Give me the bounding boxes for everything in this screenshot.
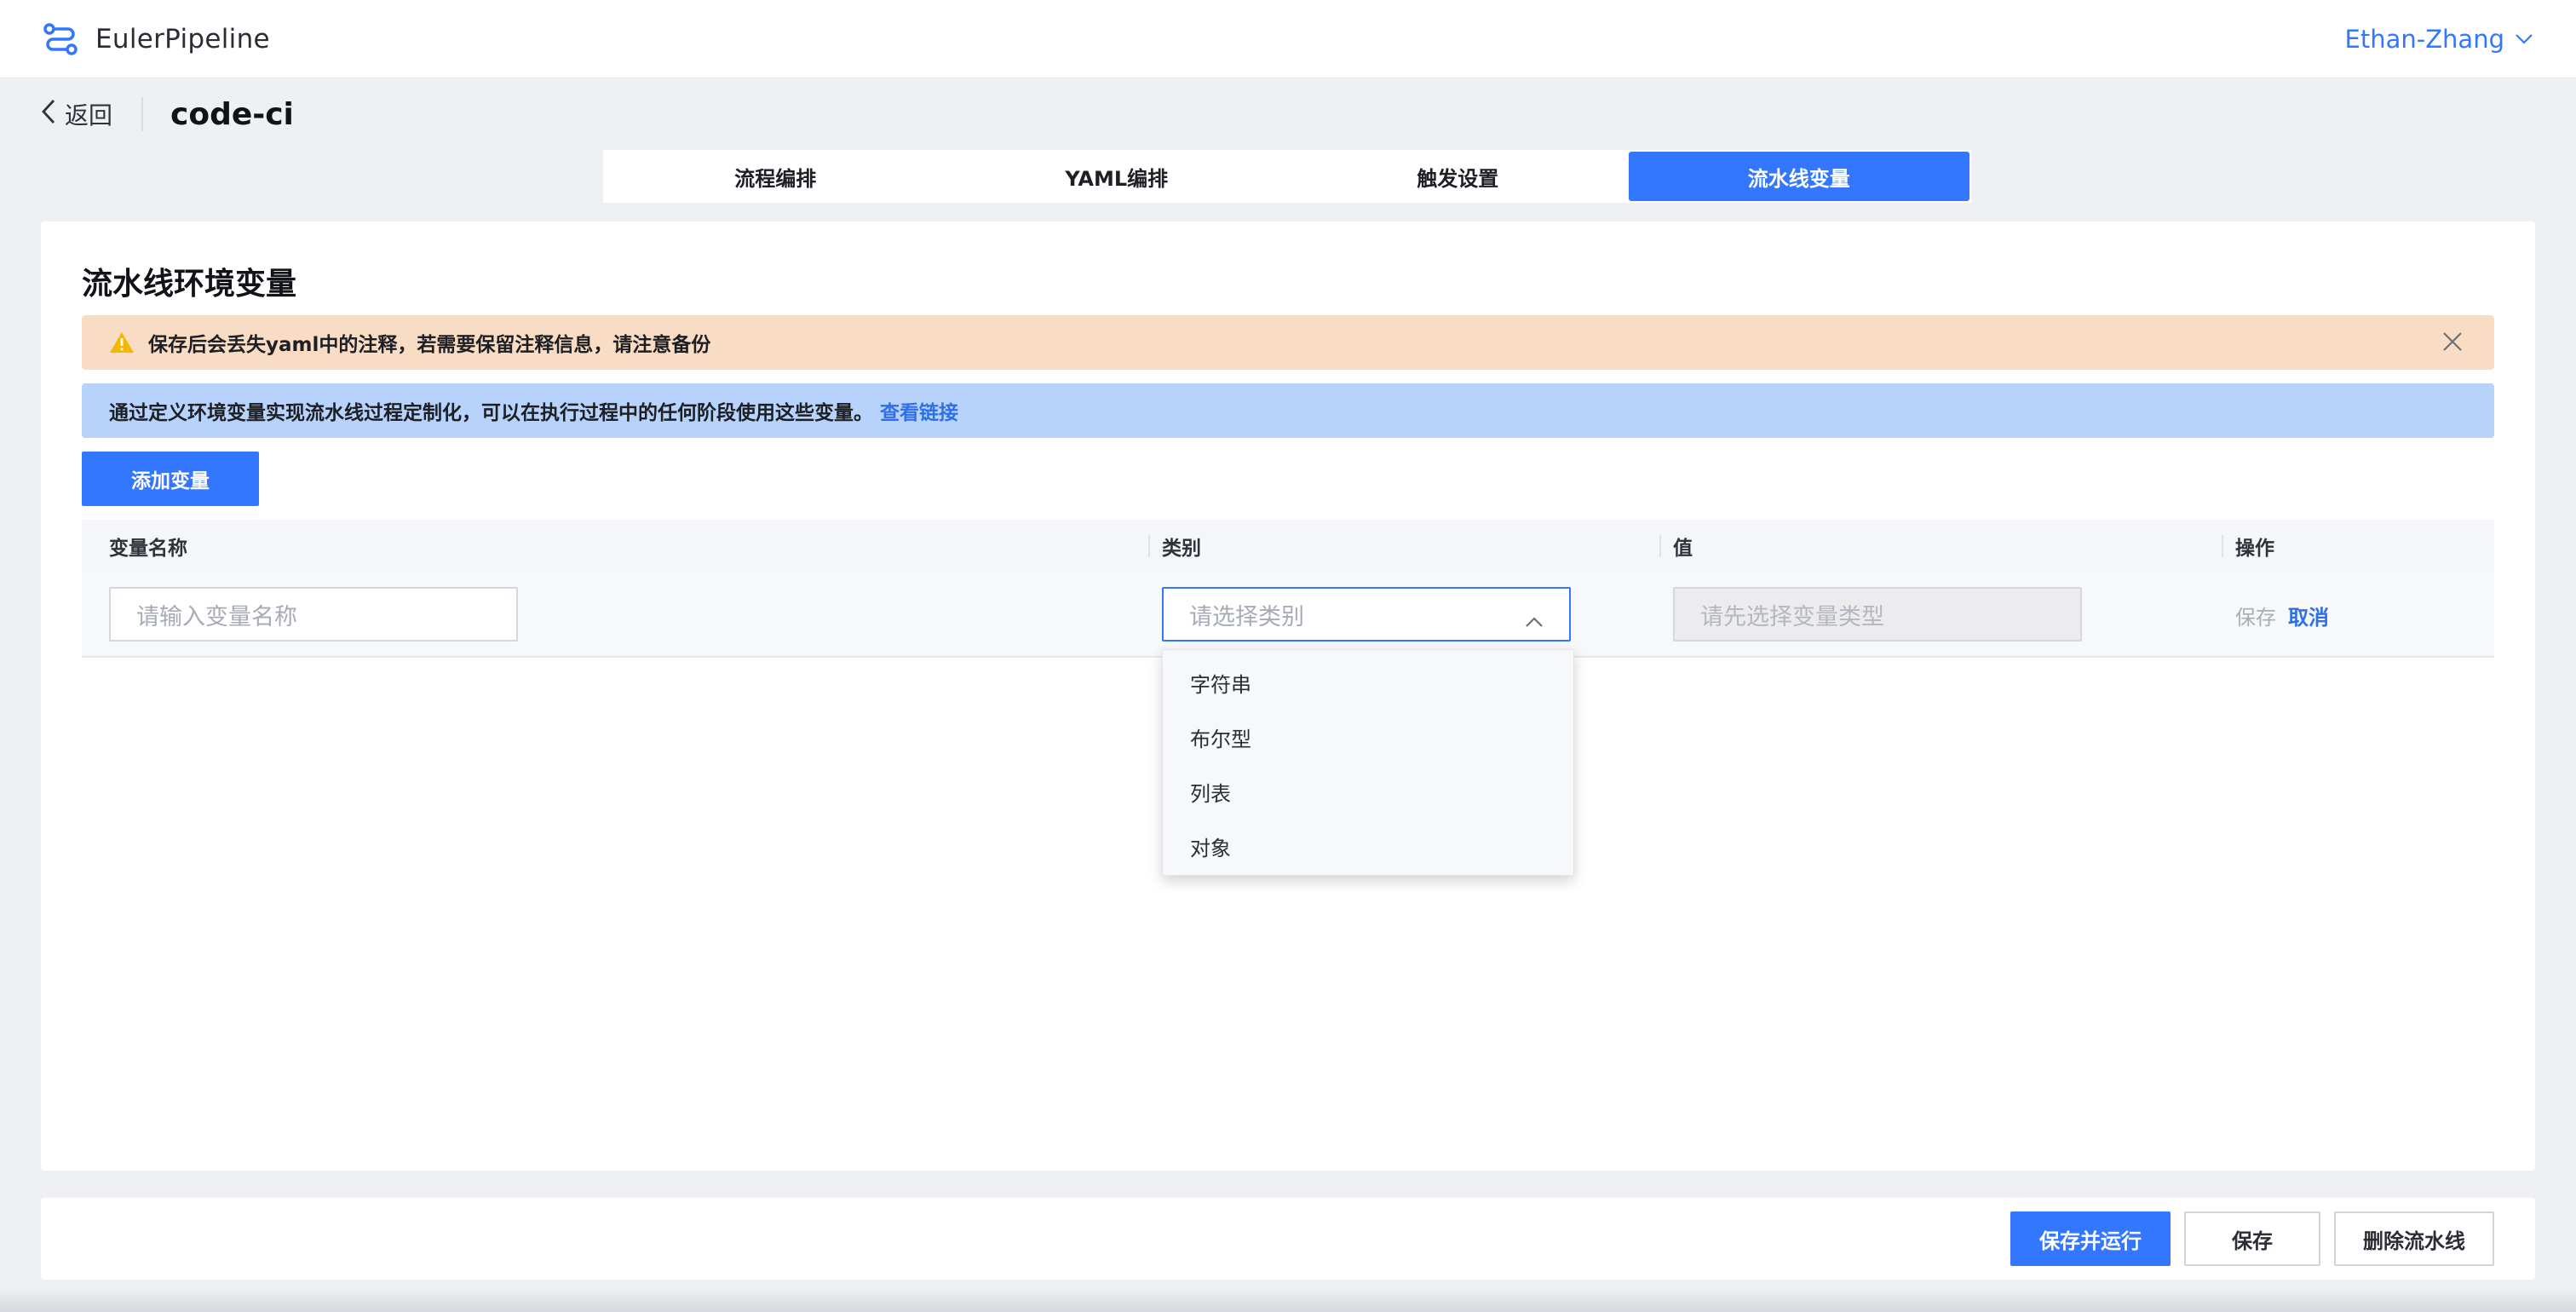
type-option-string[interactable]: 字符串 [1163, 655, 1573, 710]
info-text: 通过定义环境变量实现流水线过程定制化，可以在执行过程中的任何阶段使用这些变量。 [109, 402, 873, 424]
breadcrumb-divider [141, 97, 144, 131]
bottom-shadow [0, 1288, 2576, 1312]
pipeline-logo-icon [43, 22, 78, 56]
variable-name-input[interactable]: 请输入变量名称 [109, 587, 518, 642]
table-row: 请输入变量名称 请选择类别 请先选择变量类型 保存 取消 [82, 573, 2494, 658]
type-option-object[interactable]: 对象 [1163, 819, 1573, 873]
type-dropdown: 字符串 布尔型 列表 对象 [1162, 649, 1574, 876]
user-name: Ethan-Zhang [2344, 24, 2505, 54]
section-title: 流水线环境变量 [82, 267, 297, 302]
chevron-left-icon [41, 99, 56, 130]
save-and-run-button[interactable]: 保存并运行 [2010, 1211, 2171, 1266]
column-divider [1659, 535, 1661, 557]
add-variable-button[interactable]: 添加变量 [82, 452, 259, 506]
type-option-list[interactable]: 列表 [1163, 764, 1573, 819]
save-button[interactable]: 保存 [2184, 1211, 2320, 1266]
breadcrumb: 返回 code-ci [41, 89, 294, 140]
tab-process-orchestration[interactable]: 流程编排 [605, 152, 946, 201]
variable-value-input: 请先选择变量类型 [1673, 587, 2082, 642]
tab-yaml-orchestration[interactable]: YAML编排 [946, 152, 1288, 201]
info-alert: 通过定义环境变量实现流水线过程定制化，可以在执行过程中的任何阶段使用这些变量。 … [82, 383, 2494, 438]
view-link[interactable]: 查看链接 [880, 396, 958, 425]
warning-icon [109, 331, 135, 354]
column-header-actions: 操作 [2222, 520, 2274, 573]
page-title: code-ci [170, 96, 294, 132]
pipeline-tabs: 流程编排 YAML编排 触发设置 流水线变量 [603, 150, 1971, 203]
type-select[interactable]: 请选择类别 [1162, 587, 1571, 642]
warning-alert: 保存后会丢失yaml中的注释，若需要保留注释信息，请注意备份 [82, 315, 2494, 370]
top-header: EulerPipeline Ethan-Zhang [0, 0, 2576, 78]
tab-pipeline-variables[interactable]: 流水线变量 [1628, 152, 1969, 201]
column-header-value-label: 值 [1673, 538, 1693, 560]
brand[interactable]: EulerPipeline [43, 22, 270, 56]
row-save-button[interactable]: 保存 [2235, 573, 2276, 658]
column-header-actions-label: 操作 [2235, 538, 2274, 560]
tab-trigger-settings[interactable]: 触发设置 [1287, 152, 1629, 201]
back-button[interactable]: 返回 [41, 97, 112, 131]
type-option-boolean[interactable]: 布尔型 [1163, 710, 1573, 764]
warning-text: 保存后会丢失yaml中的注释，若需要保留注释信息，请注意备份 [148, 334, 711, 356]
close-icon[interactable] [2441, 331, 2464, 358]
footer-actions: 保存并运行 保存 删除流水线 [41, 1198, 2535, 1280]
variable-name-placeholder: 请输入变量名称 [136, 603, 297, 630]
column-divider [1148, 535, 1150, 557]
variable-value-placeholder: 请先选择变量类型 [1700, 603, 1884, 630]
delete-pipeline-button[interactable]: 删除流水线 [2334, 1211, 2494, 1266]
column-header-value: 值 [1659, 520, 1693, 573]
row-cancel-button[interactable]: 取消 [2288, 573, 2329, 658]
column-divider [2222, 535, 2223, 557]
column-header-type-label: 类别 [1162, 538, 1201, 560]
column-header-type: 类别 [1148, 520, 1201, 573]
column-header-name: 变量名称 [109, 538, 187, 560]
type-select-placeholder: 请选择类别 [1189, 603, 1304, 630]
chevron-down-icon [2515, 33, 2533, 45]
back-label: 返回 [65, 101, 113, 129]
user-menu[interactable]: Ethan-Zhang [2345, 25, 2534, 54]
chevron-up-icon [1525, 607, 1544, 634]
app-name: EulerPipeline [95, 23, 270, 55]
table-header: 变量名称 类别 值 操作 [82, 520, 2494, 573]
